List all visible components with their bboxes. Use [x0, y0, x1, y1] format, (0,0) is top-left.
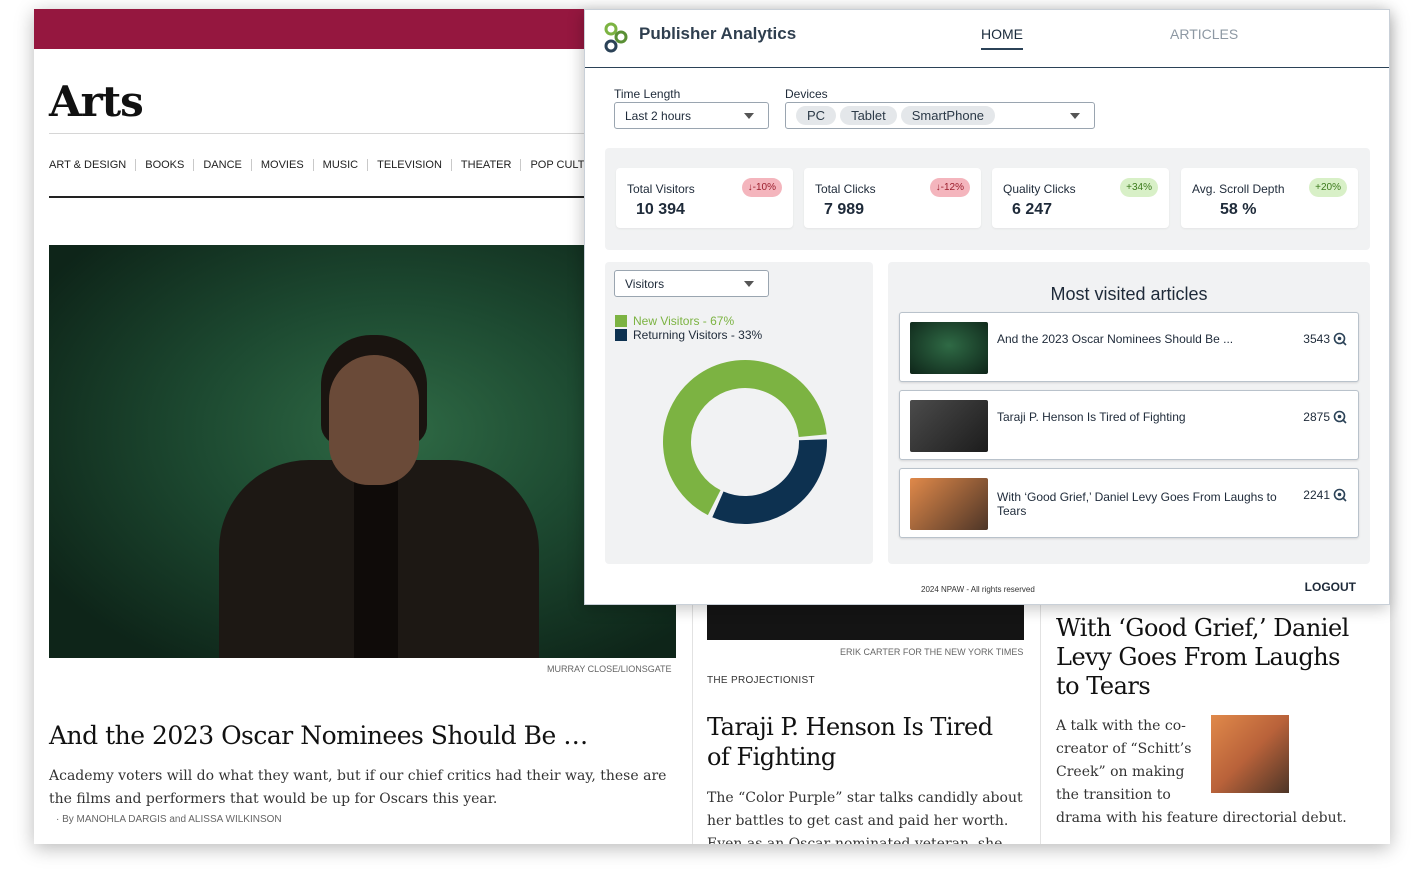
device-chip-smartphone[interactable]: SmartPhone: [900, 106, 996, 125]
story-photo[interactable]: [707, 605, 1024, 640]
article-row[interactable]: Taraji P. Henson Is Tired of Fighting 28…: [899, 390, 1359, 460]
change-badge: +20%: [1309, 178, 1347, 197]
section-title: Arts: [49, 77, 144, 126]
stat-value: 6 247: [1012, 201, 1053, 218]
column-divider: [692, 605, 693, 844]
copyright: 2024 NPAW - All rights reserved: [921, 585, 1035, 594]
hero-photo[interactable]: [49, 245, 676, 658]
visitors-donut-chart[interactable]: [660, 357, 830, 527]
devices-label: Devices: [785, 87, 828, 101]
stat-value: 58 %: [1220, 201, 1257, 218]
article-count: 3543: [1303, 332, 1330, 346]
article-thumbnail: [910, 478, 988, 530]
legend-swatch: [615, 315, 627, 327]
legend-item-returning: Returning Visitors - 33%: [615, 328, 762, 342]
stat-label: Total Clicks: [815, 182, 876, 196]
section-link-music[interactable]: MUSIC: [312, 159, 367, 171]
stat-label: Quality Clicks: [1003, 182, 1076, 196]
stat-card-total-visitors[interactable]: Total Visitors ↓-10% 10 394: [616, 168, 793, 228]
change-badge: ↓-12%: [929, 178, 970, 197]
stat-card-quality-clicks[interactable]: Quality Clicks +34% 6 247: [992, 168, 1169, 228]
tab-articles[interactable]: ARTICLES: [1170, 26, 1238, 42]
stats-row: Total Visitors ↓-10% 10 394 Total Clicks…: [605, 148, 1370, 250]
stat-label: Avg. Scroll Depth: [1192, 182, 1285, 196]
stat-label: Total Visitors: [627, 182, 695, 196]
device-chip-pc[interactable]: PC: [796, 106, 837, 125]
device-chip-tablet[interactable]: Tablet: [840, 106, 897, 125]
section-link-television[interactable]: TELEVISION: [367, 159, 451, 171]
photo-credit: ERIK CARTER FOR THE NEW YORK TIMES: [840, 647, 1024, 657]
chevron-down-icon: [1070, 113, 1080, 119]
section-link-art-design[interactable]: ART & DESIGN: [49, 159, 135, 171]
photo-credit: MURRAY CLOSE/LIONSGATE: [547, 664, 672, 674]
tab-home[interactable]: HOME: [981, 26, 1023, 50]
story-summary: Academy voters will do what they want, b…: [49, 768, 667, 807]
most-visited-title: Most visited articles: [1050, 284, 1208, 304]
story-headline[interactable]: With ‘Good Grief,’ Daniel Levy Goes From…: [1056, 614, 1366, 701]
article-row[interactable]: And the 2023 Oscar Nominees Should Be ..…: [899, 312, 1359, 382]
stat-value: 10 394: [636, 201, 685, 218]
story-byline: · By MANOHLA DARGIS and ALISSA WILKINSON: [56, 814, 282, 825]
visits-icon: [1333, 488, 1347, 502]
legend-item-new: New Visitors - 67%: [615, 314, 734, 328]
article-title: Taraji P. Henson Is Tired of Fighting: [997, 410, 1186, 424]
chevron-down-icon: [744, 281, 754, 287]
article-thumbnail: [910, 322, 988, 374]
section-nav: ART & DESIGN BOOKS DANCE MOVIES MUSIC TE…: [49, 159, 617, 171]
story-summary: The “Color Purple” star talks candidly a…: [707, 790, 1023, 844]
section-link-movies[interactable]: MOVIES: [250, 159, 313, 171]
story-thumbnail[interactable]: [1211, 715, 1289, 793]
visits-icon: [1333, 332, 1347, 346]
time-length-select[interactable]: Last 2 hours: [614, 102, 769, 129]
article-row[interactable]: With ‘Good Grief,’ Daniel Levy Goes From…: [899, 468, 1359, 538]
logo-icon: [604, 22, 628, 53]
story-summary: A talk with the co-creator of “Schitt’s …: [1056, 718, 1192, 803]
article-count: 2241: [1303, 488, 1330, 502]
divider: [49, 196, 589, 198]
story-summary: drama with his feature directorial debut…: [1056, 810, 1347, 826]
legend-swatch: [615, 329, 627, 341]
change-badge: +34%: [1120, 178, 1158, 197]
logout-button[interactable]: LOGOUT: [1305, 580, 1356, 594]
time-length-label: Time Length: [614, 87, 681, 101]
devices-select[interactable]: PC Tablet SmartPhone: [785, 102, 1095, 129]
analytics-panel: Publisher Analytics HOME ARTICLES Time L…: [584, 9, 1390, 605]
most-visited-card: Most visited articles And the 2023 Oscar…: [888, 262, 1370, 564]
section-link-theater[interactable]: THEATER: [450, 159, 521, 171]
story-headline[interactable]: And the 2023 Oscar Nominees Should Be …: [49, 721, 588, 750]
visits-icon: [1333, 410, 1347, 424]
article-count: 2875: [1303, 410, 1330, 424]
column-divider: [1040, 605, 1041, 844]
divider: [49, 133, 589, 134]
stat-card-avg-scroll-depth[interactable]: Avg. Scroll Depth +20% 58 %: [1181, 168, 1358, 228]
chevron-down-icon: [744, 113, 754, 119]
story-headline[interactable]: Taraji P. Henson Is Tired of Fighting: [707, 712, 1017, 772]
article-title: With ‘Good Grief,’ Daniel Levy Goes From…: [997, 490, 1277, 518]
change-badge: ↓-10%: [741, 178, 782, 197]
visitors-chart-card: Visitors New Visitors - 67% Returning Vi…: [605, 262, 873, 564]
stat-value: 7 989: [824, 201, 865, 218]
section-link-books[interactable]: BOOKS: [135, 159, 193, 171]
article-thumbnail: [910, 400, 988, 452]
article-title: And the 2023 Oscar Nominees Should Be ..…: [997, 332, 1234, 346]
stat-card-total-clicks[interactable]: Total Clicks ↓-12% 7 989: [804, 168, 981, 228]
panel-header: Publisher Analytics HOME ARTICLES: [585, 10, 1389, 68]
story-kicker: THE PROJECTIONIST: [707, 675, 815, 686]
section-link-dance[interactable]: DANCE: [193, 159, 251, 171]
brand-name: Publisher Analytics: [639, 24, 797, 43]
visitors-metric-select[interactable]: Visitors: [614, 270, 769, 297]
donut-slice-returning-visitors[interactable]: [712, 439, 827, 524]
